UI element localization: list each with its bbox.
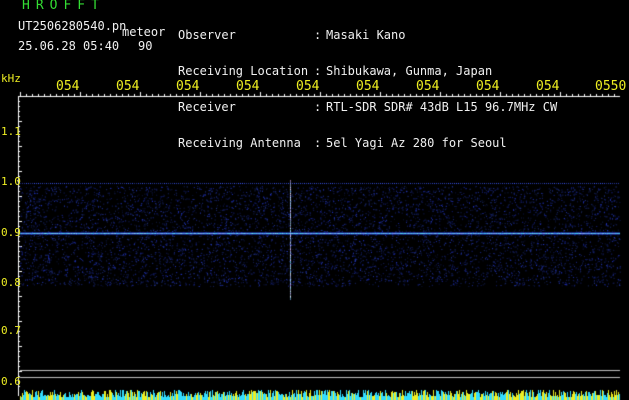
freq-tick: 0.9 bbox=[1, 226, 21, 239]
receiver-value: RTL-SDR SDR# 43dB L15 96.7MHz CW bbox=[326, 100, 558, 114]
freq-tick: 0.7 bbox=[1, 324, 21, 337]
separator: : bbox=[314, 136, 322, 150]
location-row: Receiving Location: Shibukawa, Gunma, Jap… bbox=[178, 65, 557, 77]
freq-tick: 0.6 bbox=[1, 375, 21, 388]
file-name: UT2506280540.pn bbox=[18, 19, 127, 33]
location-label: Receiving Location bbox=[178, 64, 309, 78]
time-tick: 054 bbox=[536, 79, 560, 94]
antenna-label: Receiving Antenna bbox=[178, 136, 301, 150]
separator: : bbox=[314, 100, 322, 114]
freq-tick: 0.8 bbox=[1, 276, 21, 289]
time-tick: 054 bbox=[56, 79, 80, 94]
time-tick: 054 bbox=[416, 79, 440, 94]
separator: : bbox=[314, 28, 322, 42]
time-tick: 0550 bbox=[595, 79, 627, 94]
mode-label: meteor bbox=[122, 25, 166, 39]
datetime-label: 25.06.28 05:40 bbox=[18, 39, 120, 53]
freq-tick: 1.1 bbox=[1, 125, 21, 138]
time-tick: 054 bbox=[296, 79, 320, 94]
antenna-value: 5el Yagi Az 280 for Seoul bbox=[326, 136, 507, 150]
time-tick: 054 bbox=[236, 79, 260, 94]
time-tick: 054 bbox=[176, 79, 200, 94]
freq-tick: 1.0 bbox=[1, 175, 21, 188]
observer-label: Observer bbox=[178, 28, 236, 42]
separator: : bbox=[314, 64, 322, 78]
receiver-row: Receiver: RTL-SDR SDR# 43dB L15 96.7MHz C… bbox=[178, 101, 557, 113]
frequency-unit-label: kHz bbox=[1, 72, 21, 85]
antenna-row: Receiving Antenna:5el Yagi Az 280 for Se… bbox=[178, 137, 557, 149]
receiver-label: Receiver bbox=[178, 100, 236, 114]
observer-row: Observer: Masaki Kano bbox=[178, 29, 557, 41]
hrofft-logo: HROFFT bbox=[22, 0, 105, 13]
level-value: 90 bbox=[138, 39, 153, 53]
time-tick: 054 bbox=[476, 79, 500, 94]
time-tick: 054 bbox=[116, 79, 140, 94]
time-tick: 054 bbox=[356, 79, 380, 94]
location-value: Shibukawa, Gunma, Japan bbox=[326, 64, 493, 78]
observer-value: Masaki Kano bbox=[326, 28, 406, 42]
